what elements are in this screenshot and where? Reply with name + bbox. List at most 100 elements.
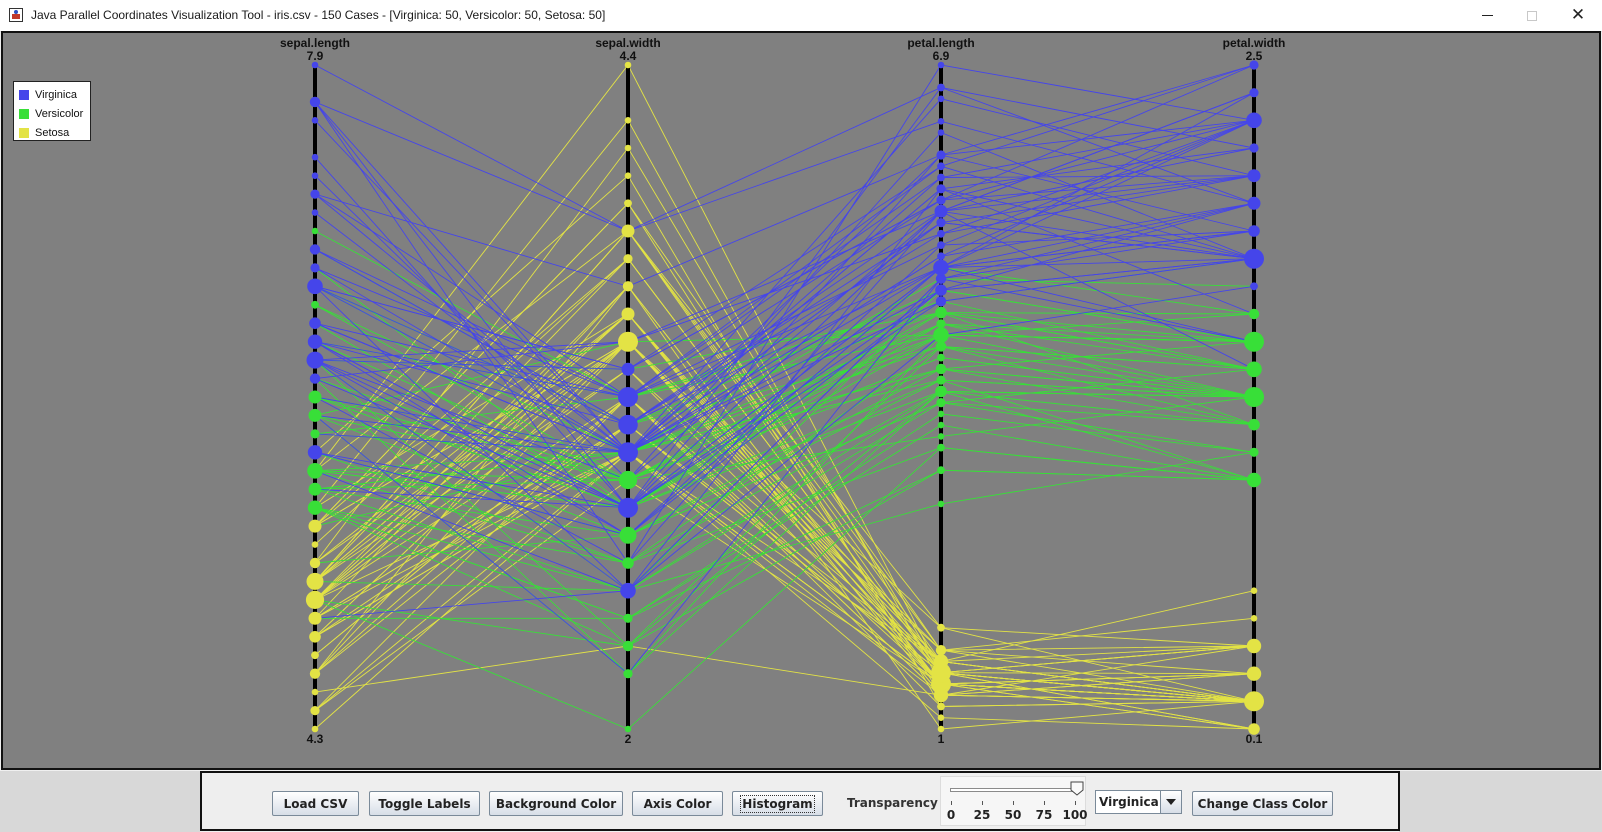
value-dot (937, 252, 945, 261)
value-dot (308, 408, 322, 422)
value-dot (936, 319, 946, 329)
value-dot (937, 433, 945, 440)
value-dot (308, 519, 322, 533)
case-polyline-virginica (314, 222, 1255, 453)
value-dot (310, 706, 320, 716)
value-dot (934, 204, 948, 218)
value-dot (309, 668, 321, 679)
value-dot (311, 153, 319, 161)
close-icon: ✕ (1570, 5, 1586, 25)
value-dot (1246, 666, 1262, 681)
value-dot (1247, 196, 1261, 210)
histogram-button[interactable]: Histogram (732, 791, 823, 816)
value-dot (933, 259, 949, 276)
value-dots-layer (305, 60, 1264, 735)
value-dot (623, 254, 633, 264)
close-button[interactable]: ✕ (1555, 0, 1601, 31)
background-color-button[interactable]: Background Color (489, 791, 623, 816)
slider-tick (1075, 801, 1076, 805)
legend-swatch (19, 127, 29, 138)
change-class-color-button[interactable]: Change Class Color (1192, 791, 1333, 816)
value-dot (935, 306, 947, 319)
plot-panel[interactable]: sepal.length 7.9 4.3 sepal.width 4.4 2 petal.l… (1, 31, 1601, 770)
histogram-label: Histogram (740, 794, 815, 813)
value-dot (937, 466, 945, 475)
case-polyline-versicolor (315, 469, 1255, 619)
case-polyline-versicolor (314, 424, 1255, 619)
chevron-down-icon (1166, 799, 1176, 805)
slider-tick (1044, 801, 1045, 805)
value-dot (311, 688, 319, 696)
case-polyline-virginica (314, 119, 1255, 398)
status-area-right (1399, 771, 1602, 832)
axis-color-button[interactable]: Axis Color (632, 791, 723, 816)
value-dot (937, 129, 945, 136)
case-polyline-virginica (314, 119, 1255, 398)
value-dot (307, 278, 323, 295)
value-dot (309, 244, 321, 255)
class-select-value: Virginica (1099, 795, 1159, 809)
value-dot (618, 442, 638, 463)
maximize-button[interactable] (1509, 0, 1555, 31)
toggle-labels-button[interactable]: Toggle Labels (369, 791, 480, 816)
axis-min-label: 0.1 (1246, 732, 1263, 746)
value-dot (309, 317, 321, 330)
class-select[interactable]: Virginica (1095, 790, 1182, 814)
load-csv-button[interactable]: Load CSV (272, 791, 359, 816)
status-area-left (0, 771, 200, 832)
value-dot (624, 117, 632, 124)
value-dot (1249, 88, 1259, 98)
value-dot (937, 443, 945, 452)
value-dot (1244, 387, 1264, 407)
value-dot (1250, 587, 1258, 594)
value-dot (311, 209, 319, 216)
case-polyline-virginica (314, 92, 1255, 426)
value-dot (621, 362, 635, 376)
background-color-label: Background Color (495, 796, 617, 811)
control-panel: Load CSV Toggle Labels Background Color … (200, 771, 1400, 831)
value-dot (309, 96, 321, 108)
case-polyline-virginica (314, 92, 1255, 509)
value-dot (618, 470, 638, 490)
slider-tick (1013, 801, 1014, 805)
legend-label: Virginica (35, 88, 77, 101)
value-dot (307, 500, 323, 515)
value-dot (935, 296, 947, 307)
slider-thumb[interactable] (1070, 781, 1084, 796)
value-dot (624, 172, 632, 179)
legend-label: Versicolor (35, 107, 84, 120)
java-app-icon (9, 8, 23, 22)
dropdown-arrow-button[interactable] (1160, 791, 1181, 813)
axes-layer (313, 65, 1256, 729)
axis-name-label: sepal.length (280, 36, 350, 50)
parallel-coordinates-plot[interactable]: sepal.length7.9 4.3 sepal.width4.4 2 petal.l… (3, 33, 1599, 768)
value-dot (937, 229, 945, 238)
slider-tick (982, 801, 983, 805)
slider-track[interactable] (950, 788, 1078, 792)
case-polyline-virginica (314, 64, 1255, 232)
slider-tick-label: 0 (946, 808, 956, 822)
value-dot (308, 390, 322, 404)
value-dot (937, 702, 945, 711)
value-dot (310, 263, 320, 273)
value-dot (1248, 308, 1260, 320)
value-dot (937, 95, 945, 103)
slider-tick-label: 25 (973, 808, 991, 822)
value-dot (1244, 248, 1264, 269)
axis-min-label: 1 (938, 732, 945, 746)
minimize-button[interactable] (1464, 0, 1510, 31)
value-dot (311, 172, 319, 179)
value-dot (306, 572, 324, 590)
transparency-label: Transparency (847, 796, 938, 810)
value-dot (310, 429, 320, 439)
value-dot (1247, 169, 1261, 183)
value-dot (937, 162, 945, 171)
value-dot (311, 300, 319, 309)
value-dot (936, 150, 946, 160)
legend-swatch (19, 89, 29, 100)
transparency-slider[interactable]: 0 25 50 75 100 (940, 776, 1088, 826)
value-dot (311, 117, 319, 124)
value-dot (935, 645, 947, 656)
value-dot (311, 541, 319, 548)
value-dot (305, 590, 325, 610)
